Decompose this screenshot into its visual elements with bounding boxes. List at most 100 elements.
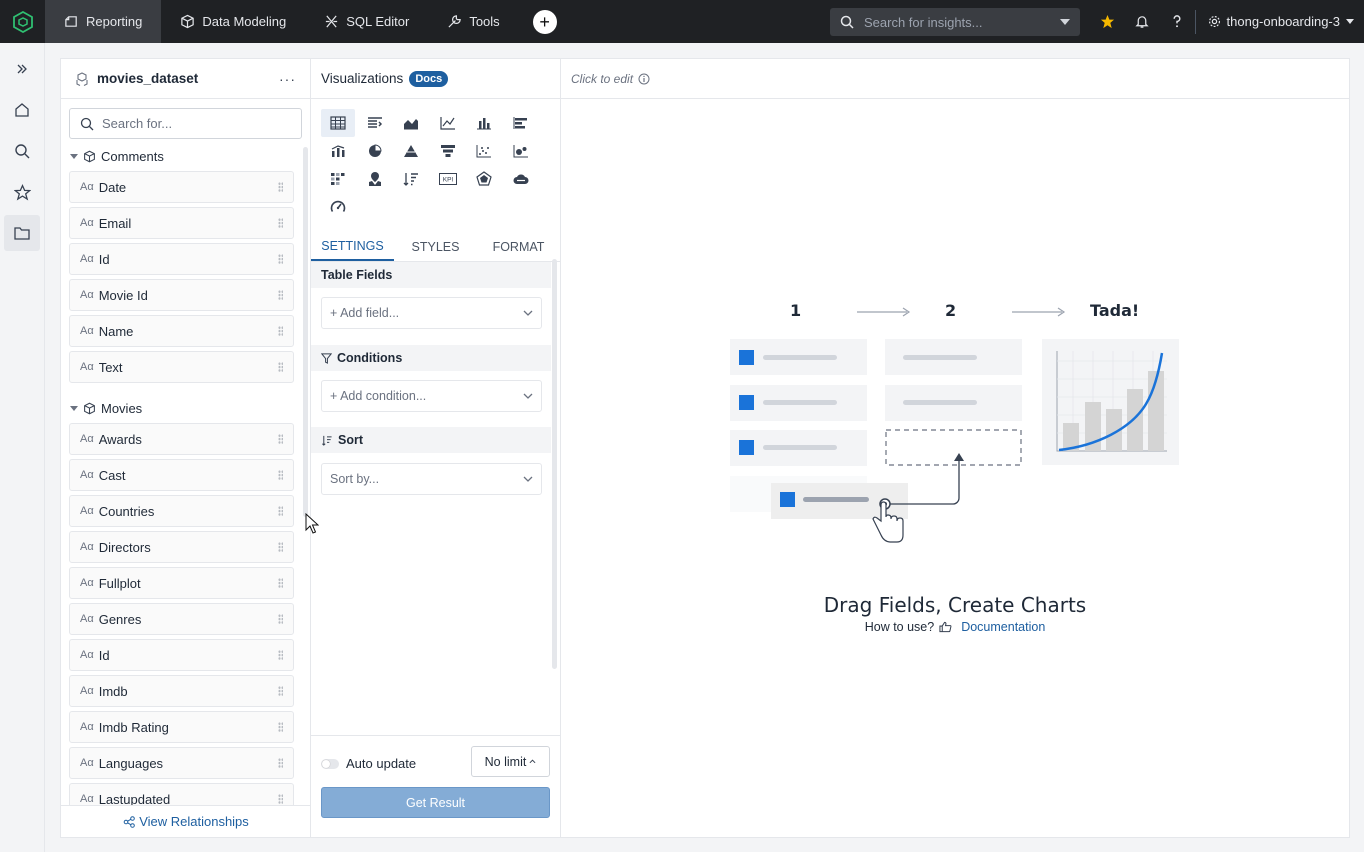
viz-heatmap-icon[interactable]: [321, 165, 355, 193]
field-item[interactable]: Aα Text: [69, 351, 294, 383]
report-title-editor[interactable]: Click to edit: [561, 59, 1349, 99]
drag-handle-icon[interactable]: [278, 542, 283, 552]
viz-area-icon[interactable]: [394, 109, 428, 137]
drag-handle-icon[interactable]: [278, 758, 283, 768]
field-item[interactable]: Aα Cast: [69, 459, 294, 491]
viz-bubble-icon[interactable]: [504, 137, 538, 165]
drag-handle-icon[interactable]: [278, 650, 283, 660]
collapse-icon: [70, 405, 78, 411]
drag-handle-icon[interactable]: [278, 182, 283, 192]
tab-format[interactable]: FORMAT: [477, 232, 560, 261]
viz-column-icon[interactable]: [467, 109, 501, 137]
tab-styles[interactable]: STYLES: [394, 232, 477, 261]
viz-table-icon[interactable]: [321, 109, 355, 137]
field-item[interactable]: Aα Directors: [69, 531, 294, 563]
viz-scrollbar[interactable]: [552, 259, 557, 669]
field-item[interactable]: Aα Languages: [69, 747, 294, 779]
sort-by-select[interactable]: Sort by...: [321, 463, 542, 495]
home-icon[interactable]: [4, 92, 40, 128]
nav-tab-reporting[interactable]: Reporting: [45, 0, 162, 43]
more-options-icon[interactable]: ···: [279, 71, 296, 87]
model-group-comments[interactable]: Comments: [61, 145, 303, 167]
field-item[interactable]: Aα Movie Id: [69, 279, 294, 311]
field-item[interactable]: Aα Awards: [69, 423, 294, 455]
favorites-star-icon[interactable]: [1090, 0, 1125, 43]
search-icon[interactable]: [4, 133, 40, 169]
bell-icon[interactable]: [1125, 0, 1160, 43]
text-type-icon: Aα: [80, 469, 94, 481]
drag-handle-icon[interactable]: [278, 686, 283, 696]
model-group-movies[interactable]: Movies: [61, 397, 303, 419]
field-list: Comments Aα Date Aα Email Aα Id Aα Movie Id Aα Na…: [61, 145, 303, 805]
expand-sidebar-icon[interactable]: [4, 51, 40, 87]
field-item[interactable]: Aα Email: [69, 207, 294, 239]
workspace-switcher[interactable]: thong-onboarding-3: [1194, 9, 1364, 34]
viz-funnel-icon[interactable]: [431, 137, 465, 165]
drag-handle-icon[interactable]: [278, 506, 283, 516]
viz-word-cloud-icon[interactable]: [504, 165, 538, 193]
viz-scatter-icon[interactable]: [467, 137, 501, 165]
cube-icon: [84, 150, 95, 162]
viz-kpi-icon[interactable]: KPI: [431, 165, 465, 193]
app-logo[interactable]: [0, 0, 45, 43]
viz-pie-icon[interactable]: [358, 137, 392, 165]
tab-settings[interactable]: SETTINGS: [311, 232, 394, 261]
drag-handle-icon[interactable]: [278, 470, 283, 480]
field-item[interactable]: Aα Countries: [69, 495, 294, 527]
field-item[interactable]: Aα Name: [69, 315, 294, 347]
field-item[interactable]: Aα Lastupdated: [69, 783, 294, 805]
documentation-link[interactable]: Documentation: [961, 620, 1045, 634]
nav-tab-sql-editor[interactable]: SQL Editor: [305, 0, 428, 43]
field-label: Id: [98, 251, 110, 267]
help-icon[interactable]: [1160, 0, 1195, 43]
star-icon[interactable]: [4, 174, 40, 210]
nav-tab-tools[interactable]: Tools: [428, 0, 518, 43]
drag-handle-icon[interactable]: [278, 722, 283, 732]
viz-pivot-icon[interactable]: [358, 109, 392, 137]
row-limit-select[interactable]: No limit: [471, 746, 550, 777]
viz-gauge-icon[interactable]: [321, 193, 355, 221]
field-item[interactable]: Aα Imdb: [69, 675, 294, 707]
dataset-scrollbar[interactable]: [303, 147, 308, 517]
drag-handle-icon[interactable]: [278, 290, 283, 300]
drag-handle-icon[interactable]: [278, 254, 283, 264]
field-item[interactable]: Aα Id: [69, 639, 294, 671]
nav-tab-data-modeling[interactable]: Data Modeling: [161, 0, 305, 43]
drag-handle-icon[interactable]: [278, 434, 283, 444]
drag-handle-icon[interactable]: [278, 326, 283, 336]
drag-handle-icon[interactable]: [278, 362, 283, 372]
view-relationships-link[interactable]: View Relationships: [61, 805, 311, 837]
field-search-input[interactable]: Search for...: [69, 108, 302, 139]
text-type-icon: Aα: [80, 685, 94, 697]
field-item[interactable]: Aα Id: [69, 243, 294, 275]
add-new-button[interactable]: +: [532, 9, 557, 34]
viz-map-icon[interactable]: [358, 165, 392, 193]
viz-sorted-bar-icon[interactable]: [394, 165, 428, 193]
viz-combo-icon[interactable]: [321, 137, 355, 165]
field-item[interactable]: Aα Genres: [69, 603, 294, 635]
insights-search[interactable]: Search for insights...: [830, 8, 1080, 36]
toggle-switch[interactable]: [321, 758, 339, 769]
viz-radar-icon[interactable]: [467, 165, 501, 193]
viz-line-icon[interactable]: [431, 109, 465, 137]
field-label: Imdb Rating: [98, 719, 169, 735]
drag-handle-icon[interactable]: [278, 794, 283, 804]
text-type-icon: Aα: [80, 577, 94, 589]
auto-update-toggle[interactable]: Auto update: [321, 756, 416, 771]
field-item[interactable]: Aα Date: [69, 171, 294, 203]
add-field-select[interactable]: + Add field...: [321, 297, 542, 329]
add-condition-select[interactable]: + Add condition...: [321, 380, 542, 412]
folder-icon[interactable]: [4, 215, 40, 251]
field-item[interactable]: Aα Imdb Rating: [69, 711, 294, 743]
viz-bar-icon[interactable]: [504, 109, 538, 137]
main-workspace: movies_dataset ··· Search for... Comment…: [60, 58, 1350, 838]
text-type-icon: Aα: [80, 757, 94, 769]
chevron-down-icon: [1060, 19, 1070, 25]
drag-handle-icon[interactable]: [278, 218, 283, 228]
drag-handle-icon[interactable]: [278, 578, 283, 588]
drag-handle-icon[interactable]: [278, 614, 283, 624]
viz-pyramid-icon[interactable]: [394, 137, 428, 165]
get-result-button[interactable]: Get Result: [321, 787, 550, 818]
field-item[interactable]: Aα Fullplot: [69, 567, 294, 599]
docs-badge[interactable]: Docs: [409, 70, 449, 87]
